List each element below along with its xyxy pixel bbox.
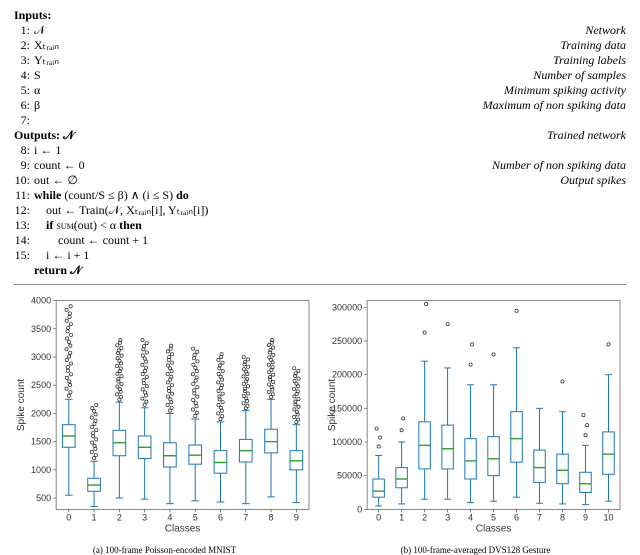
code-text: while (count/S ≤ β) ∧ (i ≤ S) do — [34, 188, 189, 203]
svg-text:100000: 100000 — [332, 437, 362, 447]
line-number: 5: — [14, 83, 30, 98]
svg-text:8: 8 — [269, 512, 274, 522]
chart-a: 500 1000 1500 2000 2500 3000 3500 4000 Spike cou… — [14, 291, 315, 539]
code-text: α — [34, 83, 40, 98]
svg-text:1500: 1500 — [31, 437, 51, 447]
svg-text:4: 4 — [468, 512, 473, 522]
line-number: 2: — [14, 38, 30, 53]
code-text: i ← 1 — [34, 143, 61, 158]
line-number: 8: — [14, 143, 30, 158]
line-number: 6: — [14, 98, 30, 113]
svg-text:10: 10 — [603, 512, 613, 522]
line-number: 13: — [14, 218, 30, 233]
svg-text:250000: 250000 — [332, 336, 362, 346]
svg-text:Spike count: Spike count — [16, 379, 27, 432]
line-number: 11: — [14, 188, 30, 203]
line-comment: Maximum of non spiking data — [483, 98, 626, 113]
line-number: 10: — [14, 173, 30, 188]
code-text: Yₜᵣₐᵢₙ — [34, 53, 59, 68]
code-text: Xₜᵣₐᵢₙ — [34, 38, 59, 53]
svg-text:300000: 300000 — [332, 302, 362, 312]
svg-text:5: 5 — [491, 512, 496, 522]
outputs-comment: Trained network — [547, 128, 626, 143]
line-number: 15: — [14, 248, 30, 263]
code-text: S — [34, 68, 41, 83]
code-text: out ← Train(𝒩, Xₜᵣₐᵢₙ[i], Yₜᵣₐᵢₙ[i]) — [34, 203, 208, 218]
svg-text:1: 1 — [92, 512, 97, 522]
svg-text:5: 5 — [193, 512, 198, 522]
code-text: out ← ∅ — [34, 173, 78, 188]
line-number: 9: — [14, 158, 30, 173]
svg-text:1000: 1000 — [31, 465, 51, 475]
svg-text:8: 8 — [560, 512, 565, 522]
svg-text:6: 6 — [218, 512, 223, 522]
svg-text:Classes: Classes — [476, 523, 512, 534]
svg-text:Spike count: Spike count — [327, 379, 338, 432]
line-number: 1: — [14, 23, 30, 38]
svg-text:7: 7 — [537, 512, 542, 522]
line-comment: Network — [585, 23, 626, 38]
charts-row: 5001000150020002500300035004000Spike cou… — [14, 284, 626, 539]
code-text: 𝒩 — [34, 23, 46, 38]
svg-text:2000: 2000 — [31, 408, 51, 418]
caption-b: (b) 100-frame-averaged DVS128 Gesture — [325, 545, 626, 555]
svg-text:0: 0 — [376, 512, 381, 522]
svg-text:0: 0 — [357, 504, 362, 514]
line-comment: Training labels — [553, 53, 626, 68]
code-text: β — [34, 98, 40, 113]
svg-text:9: 9 — [583, 512, 588, 522]
outputs-heading: Outputs: 𝒩 — [14, 128, 75, 143]
chart-b: 050000100000150000200000250000300000Spik… — [325, 291, 626, 539]
code-text: count ← count + 1 — [34, 233, 148, 248]
svg-text:0: 0 — [66, 512, 71, 522]
svg-text:200000: 200000 — [332, 370, 362, 380]
return-line: return 𝒩 — [34, 263, 82, 278]
code-text: if sum(out) < α then — [34, 218, 142, 233]
line-number: 12: — [14, 203, 30, 218]
svg-text:2: 2 — [117, 512, 122, 522]
line-comment: Number of non spiking data — [492, 158, 626, 173]
svg-text:50000: 50000 — [337, 471, 362, 481]
svg-text:2500: 2500 — [31, 380, 51, 390]
algorithm-block: Inputs: 1: 𝒩 Network 2: Xₜᵣₐᵢₙ Training data 3… — [14, 8, 626, 278]
line-number: 7: — [14, 113, 30, 128]
svg-text:2: 2 — [422, 512, 427, 522]
line-comment: Training data — [560, 38, 626, 53]
svg-text:1: 1 — [399, 512, 404, 522]
svg-text:500: 500 — [36, 493, 51, 503]
caption-a: (a) 100-frame Poisson-encoded MNIST — [14, 545, 315, 555]
line-number: 3: — [14, 53, 30, 68]
inputs-heading: Inputs: — [14, 8, 51, 23]
svg-text:6: 6 — [514, 512, 519, 522]
svg-text:4000: 4000 — [31, 296, 51, 306]
line-comment: Number of samples — [533, 68, 626, 83]
line-number: 4: — [14, 68, 30, 83]
line-comment: Minimum spiking activity — [504, 83, 626, 98]
svg-text:Classes: Classes — [165, 523, 201, 534]
svg-text:7: 7 — [243, 512, 248, 522]
line-number: 14: — [14, 233, 30, 248]
svg-text:9: 9 — [294, 512, 299, 522]
svg-text:3: 3 — [142, 512, 147, 522]
svg-text:4: 4 — [167, 512, 172, 522]
svg-text:3500: 3500 — [31, 324, 51, 334]
code-text: i ← i + 1 — [34, 248, 89, 263]
svg-text:3: 3 — [445, 512, 450, 522]
code-text: count ← 0 — [34, 158, 85, 173]
svg-text:3000: 3000 — [31, 352, 51, 362]
line-comment: Output spikes — [560, 173, 626, 188]
